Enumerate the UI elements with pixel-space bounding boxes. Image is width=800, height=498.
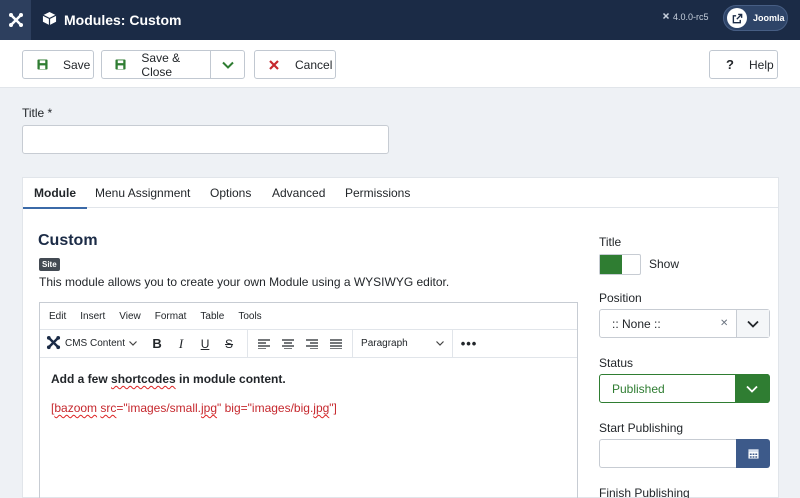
site-link-button[interactable]: Joomla	[723, 5, 788, 31]
calendar-icon[interactable]	[736, 439, 770, 468]
editor-content[interactable]: Add a few shortcodes in module content. …	[40, 359, 577, 428]
module-description: This module allows you to create your ow…	[39, 275, 450, 289]
version-info: 4.0.0-rc5	[662, 12, 709, 22]
save-label: Save	[63, 57, 91, 72]
chevron-down-icon	[129, 338, 137, 349]
help-button[interactable]: ? Help	[709, 50, 778, 79]
cms-content-dropdown[interactable]: CMS Content	[40, 335, 145, 353]
save-close-button[interactable]: Save & Close	[101, 50, 211, 79]
external-link-icon	[727, 8, 747, 28]
module-heading: Custom	[38, 232, 98, 249]
save-options-dropdown[interactable]	[210, 50, 245, 79]
floppy-disk-icon	[114, 58, 127, 72]
align-center-icon[interactable]	[276, 332, 300, 356]
position-value: :: None ::	[612, 316, 661, 331]
status-value: Published	[612, 381, 665, 396]
tab-menu-assignment[interactable]: Menu Assignment	[84, 178, 201, 208]
strikethrough-button[interactable]: S	[217, 332, 241, 356]
joomla-logo-icon[interactable]	[0, 0, 31, 40]
wysiwyg-editor: Edit Insert View Format Table Tools CMS …	[39, 302, 578, 498]
finish-publishing-label: Finish Publishing	[599, 486, 690, 498]
bold-button[interactable]: B	[145, 332, 169, 356]
floppy-disk-icon	[35, 58, 49, 72]
menu-table[interactable]: Table	[200, 311, 224, 322]
site-link-label: Joomla	[753, 13, 785, 23]
editor-menubar: Edit Insert View Format Table Tools	[40, 303, 577, 330]
module-card: Module Menu Assignment Options Advanced …	[22, 177, 779, 498]
menu-view[interactable]: View	[119, 311, 141, 322]
show-title-text: Show	[649, 257, 680, 271]
status-label: Status	[599, 356, 634, 370]
cms-content-label: CMS Content	[65, 338, 126, 349]
action-toolbar: Save Save & Close Cancel ? Help	[0, 40, 800, 88]
cube-icon	[42, 11, 57, 29]
more-options-icon[interactable]: •••	[457, 332, 481, 356]
align-right-icon[interactable]	[300, 332, 324, 356]
chevron-down-icon	[735, 374, 769, 403]
status-select[interactable]: Published	[599, 374, 770, 403]
menu-edit[interactable]: Edit	[49, 311, 66, 322]
start-publishing-field[interactable]	[599, 439, 737, 468]
position-select[interactable]: :: None :: ✕	[599, 309, 770, 338]
joomla-mini-icon	[662, 12, 670, 22]
block-format-select[interactable]: Paragraph	[353, 338, 452, 349]
cancel-label: Cancel	[295, 57, 333, 72]
question-icon: ?	[726, 57, 734, 72]
site-badge: Site	[39, 258, 60, 271]
joomla-logo-icon	[46, 335, 61, 353]
save-button[interactable]: Save	[22, 50, 94, 79]
help-label: Help	[749, 57, 774, 72]
align-left-icon[interactable]	[252, 332, 276, 356]
content-shortcode: [bazoom src="images/small.jpg" big="imag…	[51, 401, 337, 415]
title-field[interactable]	[22, 125, 389, 154]
clear-icon[interactable]: ✕	[720, 318, 736, 329]
editor-toolbar: CMS Content B I U S Paragraph •••	[40, 329, 577, 358]
underline-button[interactable]: U	[193, 332, 217, 356]
content-line-1: Add a few shortcodes in module content.	[51, 372, 286, 386]
chevron-down-icon[interactable]	[736, 310, 769, 337]
save-close-label: Save & Close	[141, 50, 181, 79]
top-header: Modules: Custom 4.0.0-rc5 Joomla	[0, 0, 800, 40]
cancel-button[interactable]: Cancel	[254, 50, 336, 79]
position-label: Position	[599, 291, 642, 305]
close-icon	[267, 58, 281, 72]
italic-button[interactable]: I	[169, 332, 193, 356]
block-format-group: Paragraph	[353, 329, 454, 358]
menu-tools[interactable]: Tools	[238, 311, 261, 322]
page-title: Modules: Custom	[64, 12, 182, 28]
tab-bar: Module Menu Assignment Options Advanced …	[23, 178, 778, 209]
start-publishing-label: Start Publishing	[599, 421, 684, 435]
align-group	[248, 329, 354, 358]
format-group: CMS Content B I U S	[40, 329, 249, 358]
menu-insert[interactable]: Insert	[80, 311, 105, 322]
tab-options[interactable]: Options	[199, 178, 262, 208]
chevron-down-icon	[436, 338, 444, 349]
align-justify-icon[interactable]	[324, 332, 348, 356]
title-toggle-label: Title	[599, 235, 622, 249]
tab-permissions[interactable]: Permissions	[334, 178, 421, 208]
version-text: 4.0.0-rc5	[673, 12, 709, 22]
title-label: Title *	[22, 106, 53, 120]
show-title-toggle[interactable]	[599, 254, 641, 275]
tab-module[interactable]: Module	[23, 178, 87, 209]
chevron-down-icon	[221, 58, 234, 72]
menu-format[interactable]: Format	[155, 311, 187, 322]
tab-advanced[interactable]: Advanced	[261, 178, 336, 208]
block-format-value: Paragraph	[361, 338, 408, 349]
